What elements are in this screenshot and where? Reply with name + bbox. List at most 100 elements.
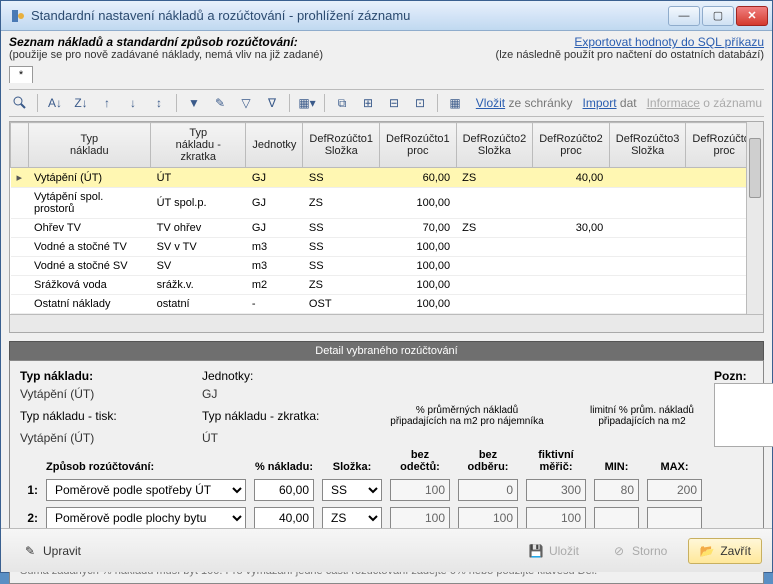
save-button: 💾 Uložit xyxy=(517,538,590,564)
grid-col-5[interactable]: DefRozúčto2Složka xyxy=(456,123,533,168)
toolbar: A↓ Z↓ ↑ ↓ ↕ ▼ ✎ ▽ ∇ ▦▾ ⧉ ⊞ ⊟ ⊡ ▦ Vložit … xyxy=(9,89,764,117)
header-subtitle: (použije se pro nově zadávané náklady, n… xyxy=(9,49,323,61)
bezod-input-2[interactable] xyxy=(390,507,450,529)
col-bez-odberu: bez odběru: xyxy=(458,449,518,473)
detail-header: Detail vybraného rozúčtování xyxy=(9,341,764,360)
color-grid-icon[interactable]: ▦ xyxy=(446,94,464,112)
table-row[interactable]: Ostatní nákladyostatní-OST100,00 xyxy=(11,295,763,314)
copy-icon[interactable]: ⧉ xyxy=(333,94,351,112)
grid-col-1[interactable]: Typnákladu - zkratka xyxy=(151,123,246,168)
label-typ-zkr: Typ nákladu - zkratka: xyxy=(202,409,319,423)
alloc-row-1: 1:Poměrově podle spotřeby ÚTSS xyxy=(20,479,702,501)
max-input-2[interactable] xyxy=(647,507,702,529)
columns-icon[interactable]: ▦▾ xyxy=(298,94,316,112)
close-button[interactable]: ✕ xyxy=(736,6,768,26)
filter-tabs: * xyxy=(9,65,764,83)
window-buttons: — ▢ ✕ xyxy=(668,6,768,26)
pct-input-1[interactable] xyxy=(254,479,314,501)
min-input-1[interactable] xyxy=(594,479,639,501)
import-link[interactable]: Import xyxy=(583,96,617,110)
arrow-down-icon[interactable]: ↓ xyxy=(124,94,142,112)
col-zpusob: Způsob rozúčtování: xyxy=(46,461,246,473)
grid-col-4[interactable]: DefRozúčto1proc xyxy=(380,123,457,168)
grid-col-6[interactable]: DefRozúčto2proc xyxy=(533,123,610,168)
export-grid-icon[interactable]: ⊞ xyxy=(359,94,377,112)
value-jednotky: GJ xyxy=(202,387,322,401)
alloc-row-2: 2:Poměrově podle plochy bytuZS xyxy=(20,507,702,529)
pct-input-2[interactable] xyxy=(254,507,314,529)
footer: ✎ Upravit 💾 Uložit ⊘ Storno 📂 Zavřít xyxy=(1,528,772,572)
zpusob-select-1[interactable]: Poměrově podle spotřeby ÚT xyxy=(46,479,246,501)
grid: TypnákladuTypnákladu - zkratkaJednotkyDe… xyxy=(9,121,764,333)
folder-icon: 📂 xyxy=(699,543,715,559)
table-row[interactable]: Vodné a stočné TVSV v TVm3SS100,00 xyxy=(11,238,763,257)
window: Standardní nastavení nákladů a rozúčtová… xyxy=(0,0,773,573)
grid-col-2[interactable]: Jednotky xyxy=(246,123,303,168)
vertical-scrollbar[interactable] xyxy=(746,122,763,314)
export-link[interactable]: Exportovat hodnoty do SQL příkazu xyxy=(574,35,764,49)
fikt-input-1[interactable] xyxy=(526,479,586,501)
app-icon xyxy=(9,8,25,24)
window-title: Standardní nastavení nákladů a rozúčtová… xyxy=(31,8,668,23)
label-typ-tisk: Typ nákladu - tisk: xyxy=(20,409,117,423)
pencil-icon: ✎ xyxy=(22,543,38,559)
maximize-button[interactable]: ▢ xyxy=(702,6,734,26)
grid-col-0[interactable]: Typnákladu xyxy=(28,123,151,168)
table-row[interactable]: Ohřev TVTV ohřevGJSS70,00ZS30,00 xyxy=(11,219,763,238)
sort-asc-icon[interactable]: A↓ xyxy=(46,94,64,112)
col-pct: % nákladu: xyxy=(254,461,314,473)
row-indicator-col xyxy=(11,123,29,168)
slozka-select-2[interactable]: ZS xyxy=(322,507,382,529)
slozka-select-1[interactable]: SS xyxy=(322,479,382,501)
col-min: MIN: xyxy=(594,461,639,473)
label-pozn: Pozn: xyxy=(714,369,747,383)
info-link: Informace xyxy=(647,96,700,110)
arrow-updown-icon[interactable]: ↕ xyxy=(150,94,168,112)
filter-clear-icon[interactable]: ▽ xyxy=(237,94,255,112)
label-typ-nakladu: Typ nákladu: xyxy=(20,369,93,383)
max-input-1[interactable] xyxy=(647,479,702,501)
header: Seznam nákladů a standardní způsob rozúč… xyxy=(9,35,764,61)
search-icon[interactable] xyxy=(11,94,29,112)
save-icon: 💾 xyxy=(528,543,544,559)
paste-link[interactable]: Vložit xyxy=(476,96,505,110)
value-typ-zkr: ÚT xyxy=(202,431,352,445)
bezodb-input-2[interactable] xyxy=(458,507,518,529)
table-row[interactable]: Srážková vodasrážk.v.m2ZS100,00 xyxy=(11,276,763,295)
title-bar: Standardní nastavení nákladů a rozúčtová… xyxy=(1,1,772,31)
col-fiktivni: fiktivní měřič: xyxy=(526,449,586,473)
cancel-icon: ⊘ xyxy=(611,543,627,559)
value-typ-tisk: Vytápění (ÚT) xyxy=(20,431,190,445)
minimize-button[interactable]: — xyxy=(668,6,700,26)
filter-edit-icon[interactable]: ✎ xyxy=(211,94,229,112)
filter-tab-all[interactable]: * xyxy=(9,66,33,83)
header-title: Seznam nákladů a standardní způsob rozúč… xyxy=(9,35,298,49)
col-bez-odectu: bez odečtů: xyxy=(390,449,450,473)
bezod-input-1[interactable] xyxy=(390,479,450,501)
min-input-2[interactable] xyxy=(594,507,639,529)
horizontal-scrollbar[interactable] xyxy=(10,314,763,332)
grid-col-3[interactable]: DefRozúčto1Složka xyxy=(303,123,380,168)
table-row[interactable]: Vodné a stočné SVSVm3SS100,00 xyxy=(11,257,763,276)
pozn-textarea[interactable] xyxy=(714,383,773,447)
export-col-icon[interactable]: ⊡ xyxy=(411,94,429,112)
filter-icon[interactable]: ▼ xyxy=(185,94,203,112)
close-footer-button[interactable]: 📂 Zavřít xyxy=(688,538,762,564)
grid-col-7[interactable]: DefRozúčto3Složka xyxy=(609,123,686,168)
arrow-up-icon[interactable]: ↑ xyxy=(98,94,116,112)
zpusob-select-2[interactable]: Poměrově podle plochy bytu xyxy=(46,507,246,529)
filter-funnel-icon[interactable]: ∇ xyxy=(263,94,281,112)
sort-desc-icon[interactable]: Z↓ xyxy=(72,94,90,112)
cancel-button: ⊘ Storno xyxy=(600,538,678,564)
label-jednotky: Jednotky: xyxy=(202,369,253,383)
fikt-input-2[interactable] xyxy=(526,507,586,529)
export-row-icon[interactable]: ⊟ xyxy=(385,94,403,112)
table-row[interactable]: Vytápění spol. prostorůÚT spol.p.GJZS100… xyxy=(11,188,763,219)
bezodb-input-1[interactable] xyxy=(458,479,518,501)
edit-button[interactable]: ✎ Upravit xyxy=(11,538,92,564)
col-max: MAX: xyxy=(647,461,702,473)
export-subtitle: (lze následně použít pro načtení do osta… xyxy=(496,49,764,61)
value-typ-nakladu: Vytápění (ÚT) xyxy=(20,387,190,401)
table-row[interactable]: ▸Vytápění (ÚT)ÚTGJSS60,00ZS40,00 xyxy=(11,168,763,188)
col-slozka: Složka: xyxy=(322,461,382,473)
